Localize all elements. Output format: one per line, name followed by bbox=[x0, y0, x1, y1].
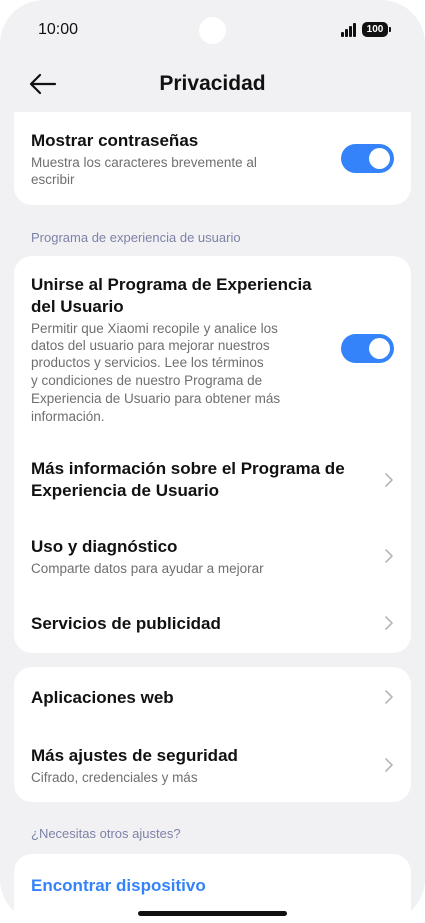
more-info-program-item[interactable]: Más información sobre el Programa de Exp… bbox=[14, 446, 411, 518]
diagnostics-item[interactable]: Uso y diagnóstico Comparte datos para ay… bbox=[14, 526, 411, 590]
security-card: Aplicaciones web Más ajustes de segurida… bbox=[14, 667, 411, 802]
section-label-user-experience: Programa de experiencia de usuario bbox=[31, 230, 241, 245]
find-device-link[interactable]: Encontrar dispositivo bbox=[31, 876, 206, 896]
join-program-desc-line6: información. bbox=[31, 409, 105, 424]
join-program-title-line2: del Usuario bbox=[31, 297, 124, 316]
join-program-desc-line3: productos y servicios. Lee los términos bbox=[31, 355, 264, 370]
join-program-desc-line4: y condiciones de nuestro Programa de bbox=[31, 373, 263, 388]
section-label-other-settings: ¿Necesitas otros ajustes? bbox=[31, 826, 181, 841]
join-program-desc-line2: datos del usuario para mejorar nuestros bbox=[31, 338, 270, 353]
home-indicator[interactable] bbox=[138, 911, 287, 916]
more-info-title-line2: Experiencia de Usuario bbox=[31, 481, 220, 500]
more-security-item[interactable]: Más ajustes de seguridad Cifrado, creden… bbox=[14, 733, 411, 799]
chevron-right-icon bbox=[385, 549, 393, 563]
more-security-subtitle: Cifrado, credenciales y más bbox=[31, 770, 198, 785]
join-program-toggle[interactable] bbox=[341, 334, 394, 363]
diagnostics-subtitle: Comparte datos para ayudar a mejorar bbox=[31, 561, 264, 576]
chevron-right-icon bbox=[385, 616, 393, 630]
join-program-title-line1: Unirse al Programa de Experiencia bbox=[31, 275, 312, 294]
app-header: Privacidad bbox=[0, 60, 425, 112]
status-time: 10:00 bbox=[38, 21, 79, 38]
more-info-title-line1: Más información sobre el Programa de bbox=[31, 459, 345, 478]
show-passwords-subtitle-line1: Muestra los caracteres brevemente al bbox=[31, 155, 257, 170]
diagnostics-title: Uso y diagnóstico bbox=[31, 537, 178, 556]
join-program-item[interactable]: Unirse al Programa de Experiencia del Us… bbox=[14, 256, 411, 436]
ad-services-item[interactable]: Servicios de publicidad bbox=[14, 598, 411, 648]
show-passwords-title: Mostrar contraseñas bbox=[31, 131, 199, 150]
join-program-desc-line1: Permitir que Xiaomi recopile y analice l… bbox=[31, 321, 278, 336]
web-apps-item[interactable]: Aplicaciones web bbox=[14, 667, 411, 729]
toggle-knob bbox=[369, 148, 390, 169]
status-bar: 10:00 100 bbox=[0, 0, 425, 60]
chevron-right-icon bbox=[385, 473, 393, 487]
page-title: Privacidad bbox=[159, 72, 266, 95]
front-camera-cutout bbox=[199, 17, 226, 44]
more-security-title: Más ajustes de seguridad bbox=[31, 746, 238, 765]
ad-services-title: Servicios de publicidad bbox=[31, 614, 221, 633]
signal-icon bbox=[341, 23, 359, 37]
web-apps-title: Aplicaciones web bbox=[31, 688, 174, 707]
toggle-knob bbox=[369, 338, 390, 359]
show-passwords-item[interactable]: Mostrar contraseñas Muestra los caracter… bbox=[14, 112, 411, 205]
settings-screen: 10:00 100 Privacidad Mostrar contraseñas… bbox=[0, 0, 425, 923]
join-program-desc-line5: Experiencia de Usuario para obtener más bbox=[31, 391, 281, 406]
show-passwords-subtitle-line2: escribir bbox=[31, 172, 75, 187]
user-experience-card: Unirse al Programa de Experiencia del Us… bbox=[14, 256, 411, 653]
passwords-card: Mostrar contraseñas Muestra los caracter… bbox=[14, 112, 411, 205]
battery-icon: 100 bbox=[362, 22, 391, 37]
chevron-right-icon bbox=[385, 690, 393, 704]
chevron-right-icon bbox=[385, 758, 393, 772]
battery-level: 100 bbox=[366, 24, 384, 35]
show-passwords-toggle[interactable] bbox=[341, 144, 394, 173]
